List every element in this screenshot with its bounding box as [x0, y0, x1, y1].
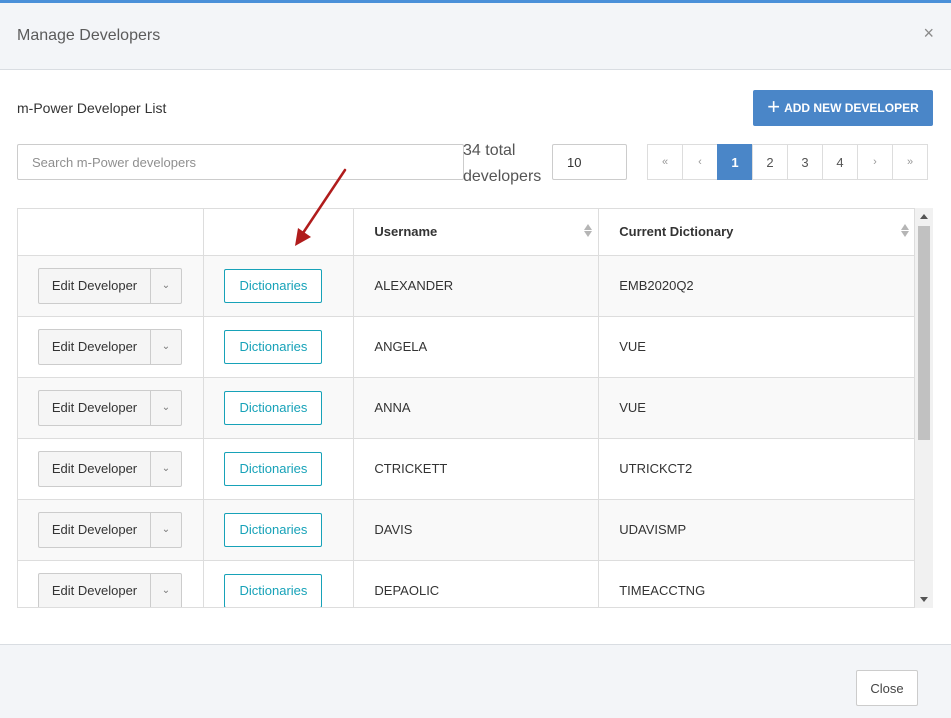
total-developers-count: 34 total developers	[463, 142, 542, 185]
chevron-down-icon[interactable]: ⌄	[150, 512, 181, 547]
search-input[interactable]	[17, 144, 464, 180]
add-new-developer-label: ADD NEW DEVELOPER	[784, 101, 919, 115]
username-cell: ANGELA	[353, 316, 600, 378]
scroll-down-icon[interactable]	[920, 597, 928, 602]
dictionaries-button[interactable]: Dictionaries	[224, 390, 323, 425]
header-current-dictionary-label: Current Dictionary	[619, 224, 734, 240]
username-cell: CTRICKETT	[353, 438, 600, 500]
dictionaries-button[interactable]: Dictionaries	[224, 451, 323, 486]
chevron-down-icon[interactable]: ⌄	[150, 268, 181, 303]
table-row: Edit Developer ⌄ Dictionaries ANGELA VUE	[18, 316, 914, 378]
page-4-button[interactable]: 4	[822, 144, 858, 180]
edit-developer-group: Edit Developer ⌄	[38, 511, 182, 548]
edit-developer-group: Edit Developer ⌄	[38, 267, 182, 304]
list-title: m-Power Developer List	[17, 100, 167, 116]
last-page-button[interactable]: »	[892, 144, 928, 180]
close-button[interactable]: Close	[856, 670, 918, 706]
edit-developer-group: Edit Developer ⌄	[38, 328, 182, 365]
dictionary-cell: EMB2020Q2	[598, 255, 914, 317]
username-cell: DAVIS	[353, 499, 600, 561]
edit-developer-button[interactable]: Edit Developer	[39, 330, 150, 364]
sort-icon[interactable]	[901, 224, 909, 237]
edit-developer-button[interactable]: Edit Developer	[39, 391, 150, 425]
table-header-row: Username Current Dictionary	[18, 209, 914, 256]
scrollbar-thumb[interactable]	[918, 226, 930, 440]
dictionary-cell: UDAVISMP	[598, 499, 914, 561]
chevron-down-icon[interactable]: ⌄	[150, 573, 181, 607]
header-actions	[18, 209, 205, 256]
table-row: Edit Developer ⌄ Dictionaries DEPAOLIC TI…	[18, 560, 914, 608]
first-page-button[interactable]: «	[647, 144, 683, 180]
chevron-down-icon[interactable]: ⌄	[150, 451, 181, 486]
developers-table: Username Current Dictionary Edit Develop…	[17, 208, 915, 608]
dictionary-cell: TIMEACCTNG	[598, 560, 914, 607]
plus-icon: +	[767, 94, 781, 119]
edit-developer-button[interactable]: Edit Developer	[39, 513, 150, 547]
dictionary-cell: UTRICKCT2	[598, 438, 914, 500]
dictionaries-button[interactable]: Dictionaries	[224, 329, 323, 364]
table-row: Edit Developer ⌄ Dictionaries CTRICKETT U…	[18, 438, 914, 500]
header-username-label: Username	[374, 224, 438, 240]
add-new-developer-button[interactable]: + ADD NEW DEVELOPER	[753, 90, 933, 126]
table-row: Edit Developer ⌄ Dictionaries ALEXANDER E…	[18, 255, 914, 317]
header-username[interactable]: Username	[353, 209, 600, 256]
edit-developer-group: Edit Developer ⌄	[38, 389, 182, 426]
edit-developer-button[interactable]: Edit Developer	[39, 269, 150, 303]
page-1-button[interactable]: 1	[717, 144, 753, 180]
header-dictionaries	[203, 209, 355, 256]
username-cell: DEPAOLIC	[353, 560, 600, 607]
page-3-button[interactable]: 3	[787, 144, 823, 180]
close-icon[interactable]: ×	[923, 24, 934, 42]
prev-page-button[interactable]: ‹	[682, 144, 718, 180]
dictionaries-button[interactable]: Dictionaries	[224, 512, 323, 547]
dictionary-cell: VUE	[598, 377, 914, 439]
chevron-down-icon[interactable]: ⌄	[150, 329, 181, 364]
edit-developer-group: Edit Developer ⌄	[38, 450, 182, 487]
pagination: « ‹ 1 2 3 4 › »	[647, 144, 928, 180]
header-current-dictionary[interactable]: Current Dictionary	[598, 209, 914, 256]
modal-header: Manage Developers ×	[0, 3, 951, 70]
page-2-button[interactable]: 2	[752, 144, 788, 180]
dictionary-cell: VUE	[598, 316, 914, 378]
username-cell: ALEXANDER	[353, 255, 600, 317]
page-size-field[interactable]: 10	[552, 144, 627, 180]
edit-developer-group: Edit Developer ⌄	[38, 572, 182, 608]
dictionaries-button[interactable]: Dictionaries	[224, 573, 323, 607]
next-page-button[interactable]: ›	[857, 144, 893, 180]
scroll-up-icon[interactable]	[920, 214, 928, 219]
modal-title: Manage Developers	[17, 27, 161, 44]
chevron-down-icon[interactable]: ⌄	[150, 390, 181, 425]
table-scrollbar[interactable]	[915, 208, 933, 608]
table-row: Edit Developer ⌄ Dictionaries DAVIS UDAVI…	[18, 499, 914, 561]
modal-footer	[0, 644, 951, 718]
sort-icon[interactable]	[584, 224, 593, 237]
edit-developer-button[interactable]: Edit Developer	[39, 574, 150, 608]
edit-developer-button[interactable]: Edit Developer	[39, 452, 150, 486]
dictionaries-button[interactable]: Dictionaries	[224, 268, 323, 303]
table-row: Edit Developer ⌄ Dictionaries ANNA VUE	[18, 377, 914, 439]
username-cell: ANNA	[353, 377, 600, 439]
